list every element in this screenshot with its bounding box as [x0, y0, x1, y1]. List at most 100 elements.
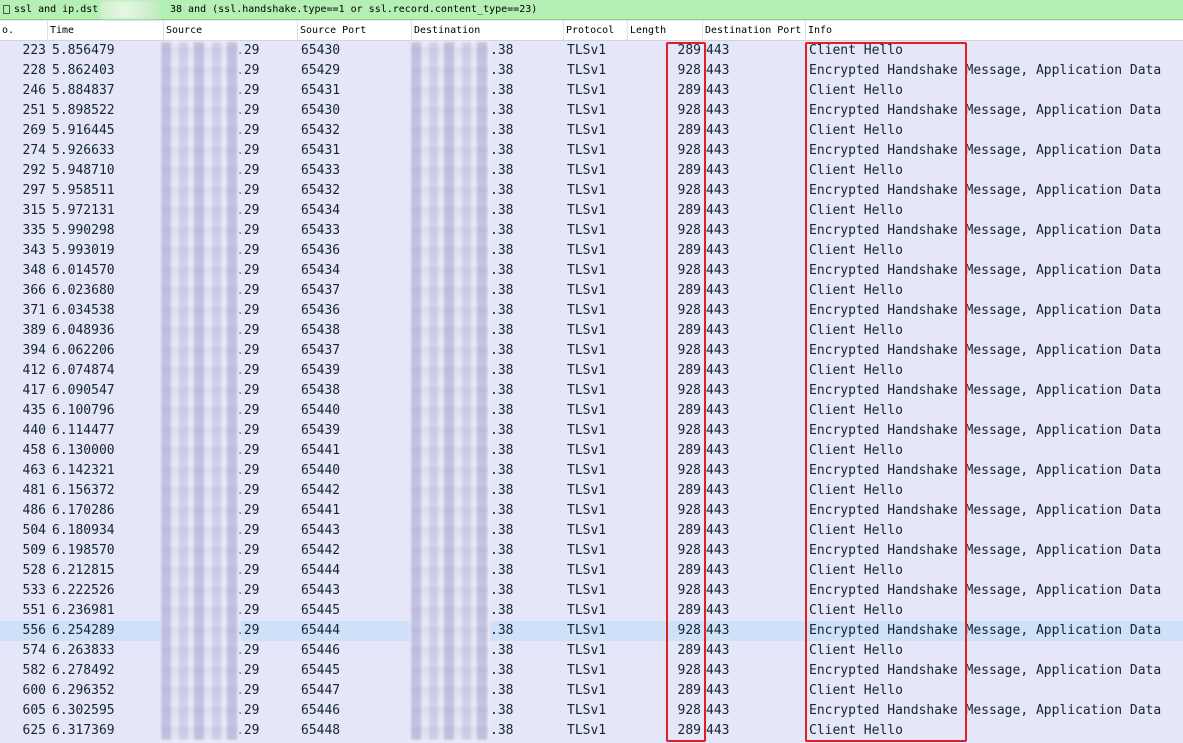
- packet-time: 6.254289: [52, 623, 115, 638]
- packet-number: 389: [22, 323, 46, 338]
- packet-time: 6.263833: [52, 643, 115, 658]
- packet-source-port: 65444: [301, 623, 341, 638]
- packet-info: Client Hello: [809, 243, 903, 258]
- packet-source: .29: [236, 443, 260, 458]
- packet-source: .29: [236, 83, 260, 98]
- packet-length: 928: [677, 303, 701, 318]
- packet-length: 289: [677, 483, 701, 498]
- packet-protocol: TLSv1: [567, 363, 607, 378]
- column-header-protocol[interactable]: Protocol: [564, 21, 628, 40]
- packet-time: 5.993019: [52, 243, 115, 258]
- packet-protocol: TLSv1: [567, 603, 607, 618]
- packet-protocol: TLSv1: [567, 283, 607, 298]
- filter-text-left: ssl and ip.dst: [14, 4, 99, 15]
- packet-destination-port: 443: [706, 143, 730, 158]
- packet-time: 5.926633: [52, 143, 115, 158]
- packet-destination-port: 443: [706, 383, 730, 398]
- packet-destination-port: 443: [706, 403, 730, 418]
- packet-destination-port: 443: [706, 303, 730, 318]
- packet-info: Encrypted Handshake Message, Application…: [809, 223, 1162, 238]
- packet-destination-port: 443: [706, 603, 730, 618]
- packet-length: 928: [677, 623, 701, 638]
- packet-list-header: o. Time Source Source Port Destination P…: [0, 21, 1183, 41]
- packet-destination-port: 443: [706, 563, 730, 578]
- packet-length: 289: [677, 243, 701, 258]
- packet-source: .29: [236, 623, 260, 638]
- packet-destination: .38: [490, 83, 514, 98]
- packet-time: 6.278492: [52, 663, 115, 678]
- packet-protocol: TLSv1: [567, 223, 607, 238]
- packet-protocol: TLSv1: [567, 163, 607, 178]
- packet-destination-port: 443: [706, 643, 730, 658]
- packet-source: .29: [236, 283, 260, 298]
- column-header-destination[interactable]: Destination: [412, 21, 564, 40]
- packet-protocol: TLSv1: [567, 583, 607, 598]
- column-header-source[interactable]: Source: [164, 21, 298, 40]
- packet-info: Client Hello: [809, 363, 903, 378]
- packet-destination-port: 443: [706, 343, 730, 358]
- packet-info: Encrypted Handshake Message, Application…: [809, 663, 1162, 678]
- packet-destination-port: 443: [706, 163, 730, 178]
- column-header-destination-port[interactable]: Destination Port: [703, 21, 806, 40]
- filter-text-right: 38 and (ssl.handshake.type==1 or ssl.rec…: [170, 4, 538, 15]
- packet-number: 481: [22, 483, 46, 498]
- packet-info: Encrypted Handshake Message, Application…: [809, 103, 1162, 118]
- packet-length: 928: [677, 663, 701, 678]
- packet-destination-port: 443: [706, 363, 730, 378]
- packet-length: 928: [677, 383, 701, 398]
- packet-destination-port: 443: [706, 663, 730, 678]
- packet-time: 6.302595: [52, 703, 115, 718]
- column-header-info[interactable]: Info: [806, 21, 1183, 40]
- packet-destination: .38: [490, 363, 514, 378]
- packet-source-port: 65442: [301, 543, 341, 558]
- packet-number: 246: [22, 83, 46, 98]
- packet-number: 251: [22, 103, 46, 118]
- packet-destination-port: 443: [706, 183, 730, 198]
- packet-destination: .38: [490, 103, 514, 118]
- packet-number: 348: [22, 263, 46, 278]
- packet-time: 6.222526: [52, 583, 115, 598]
- packet-protocol: TLSv1: [567, 463, 607, 478]
- packet-destination-port: 443: [706, 203, 730, 218]
- packet-length: 928: [677, 103, 701, 118]
- packet-number: 292: [22, 163, 46, 178]
- packet-destination: .38: [490, 63, 514, 78]
- packet-source-port: 65437: [301, 343, 341, 358]
- packet-length: 928: [677, 63, 701, 78]
- packet-source: .29: [236, 63, 260, 78]
- packet-source: .29: [236, 123, 260, 138]
- packet-protocol: TLSv1: [567, 123, 607, 138]
- packet-source: .29: [236, 303, 260, 318]
- packet-number: 486: [22, 503, 46, 518]
- packet-protocol: TLSv1: [567, 43, 607, 58]
- packet-source-port: 65444: [301, 563, 341, 578]
- packet-length: 928: [677, 223, 701, 238]
- bookmark-icon[interactable]: [3, 5, 10, 14]
- packet-number: 412: [22, 363, 46, 378]
- packet-source-port: 65432: [301, 123, 341, 138]
- display-filter-bar[interactable]: ssl and ip.dst 38 and (ssl.handshake.typ…: [0, 0, 1183, 20]
- column-header-time[interactable]: Time: [48, 21, 164, 40]
- packet-destination: .38: [490, 463, 514, 478]
- packet-source: .29: [236, 683, 260, 698]
- packet-time: 5.898522: [52, 103, 115, 118]
- packet-info: Encrypted Handshake Message, Application…: [809, 543, 1162, 558]
- packet-protocol: TLSv1: [567, 263, 607, 278]
- packet-time: 6.023680: [52, 283, 115, 298]
- packet-number: 371: [22, 303, 46, 318]
- packet-length: 928: [677, 343, 701, 358]
- packet-info: Encrypted Handshake Message, Application…: [809, 303, 1162, 318]
- column-header-no[interactable]: o.: [0, 21, 48, 40]
- column-header-length[interactable]: Length: [628, 21, 703, 40]
- packet-source-port: 65433: [301, 163, 341, 178]
- packet-info: Client Hello: [809, 563, 903, 578]
- column-header-source-port[interactable]: Source Port: [298, 21, 412, 40]
- packet-time: 6.198570: [52, 543, 115, 558]
- packet-number: 504: [22, 523, 46, 538]
- packet-source-port: 65441: [301, 503, 341, 518]
- packet-time: 6.062206: [52, 343, 115, 358]
- packet-number: 343: [22, 243, 46, 258]
- packet-time: 5.972131: [52, 203, 115, 218]
- packet-destination: .38: [490, 383, 514, 398]
- packet-number: 435: [22, 403, 46, 418]
